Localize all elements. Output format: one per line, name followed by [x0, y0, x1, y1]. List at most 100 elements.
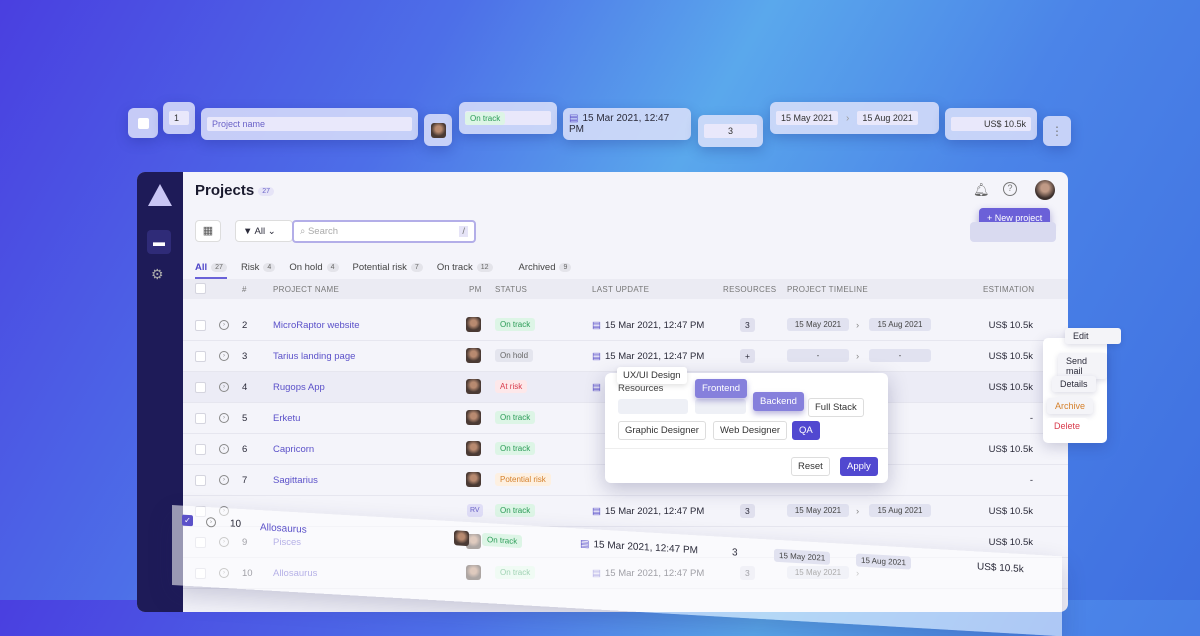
row-checkbox[interactable] [195, 382, 206, 393]
last-update: 15 Mar 2021, 12:47 PM [592, 351, 704, 362]
row-checkbox[interactable] [195, 320, 206, 331]
chevron-down-icon: ⌄ [267, 226, 276, 237]
checked-checkbox-icon[interactable]: ✓ [182, 514, 193, 527]
col-num[interactable]: # [242, 285, 247, 294]
timeline-chip[interactable]: 15 May 2021 › 15 Aug 2021 [770, 102, 939, 134]
timeline-end[interactable]: 15 Aug 2021 [869, 318, 931, 331]
status-label: Potential risk [500, 475, 546, 484]
timeline-end[interactable]: - [869, 349, 931, 362]
status-badge[interactable]: At risk [495, 380, 528, 393]
chevron-right-icon: › [856, 320, 860, 331]
pm-avatar [466, 472, 481, 487]
select-all-checkbox[interactable] [195, 283, 206, 294]
status-label: On hold [500, 351, 529, 360]
apply-button[interactable]: Apply [840, 457, 878, 476]
menu-details[interactable]: Details [1052, 376, 1096, 392]
more-icon[interactable]: ⋮ [1043, 116, 1071, 146]
menu-delete[interactable]: Delete [1046, 418, 1089, 434]
project-name-link[interactable]: Rugops App [273, 382, 325, 393]
pm-avatar [466, 441, 481, 456]
tab-risk[interactable]: Risk 4 [241, 262, 276, 279]
avatar [454, 530, 469, 547]
play-icon[interactable]: › [206, 516, 216, 528]
project-name-link[interactable]: Sagittarius [273, 475, 318, 486]
resources-count[interactable]: 3 [740, 318, 755, 332]
col-estimation: ESTIMATION [983, 285, 1035, 294]
play-icon[interactable]: › [219, 475, 229, 485]
play-icon[interactable]: › [219, 444, 229, 454]
tag-qa[interactable]: QA [792, 421, 820, 440]
play-icon[interactable]: › [219, 351, 229, 361]
row-checkbox-chip[interactable] [128, 108, 158, 138]
divider [605, 448, 888, 449]
tab-label: Potential risk [352, 262, 407, 273]
filter-dropdown[interactable]: ▼ All ⌄ [235, 220, 293, 242]
chevron-right-icon: › [846, 112, 850, 124]
bell-icon[interactable]: 🔔︎ [973, 182, 990, 198]
status-badge: On track [482, 532, 523, 549]
avatar [430, 122, 446, 138]
resources-count[interactable]: + [740, 349, 755, 363]
user-avatar[interactable] [1035, 180, 1055, 200]
estimation: US$ 10.5k [988, 320, 1033, 331]
row-checkbox[interactable] [195, 444, 206, 455]
project-name-link[interactable]: Capricorn [273, 444, 314, 455]
tag-graphic-designer[interactable]: Graphic Designer [618, 421, 706, 440]
menu-edit[interactable]: Edit [1065, 328, 1121, 344]
col-name[interactable]: PROJECT NAME [273, 285, 339, 294]
menu-archive[interactable]: Archive [1047, 398, 1094, 414]
placeholder-slot [695, 399, 746, 414]
tab-archived[interactable]: Archived 9 [519, 262, 572, 279]
timeline-start[interactable]: 15 May 2021 [787, 504, 849, 517]
tag-web-designer[interactable]: Web Designer [713, 421, 788, 440]
tab-label: On track [436, 262, 473, 273]
pm-avatar [466, 317, 481, 332]
col-last-update[interactable]: LAST UPDATE [592, 285, 649, 294]
estimation: - [1029, 475, 1033, 486]
play-icon[interactable]: › [219, 413, 229, 423]
row-checkbox[interactable] [195, 475, 206, 486]
resources-count[interactable]: 3 [740, 504, 755, 518]
table-row[interactable]: › 2 MicroRaptor website On track 15 Mar 2021… [183, 310, 1068, 341]
status-badge[interactable]: On track [495, 411, 536, 424]
tab-on-track[interactable]: On track 12 [437, 262, 493, 279]
timeline-end[interactable]: 15 Aug 2021 [869, 504, 931, 517]
play-icon[interactable]: › [219, 320, 229, 330]
project-name-link[interactable]: Erketu [273, 413, 300, 424]
row-number: 7 [242, 475, 248, 486]
status-badge: On track [465, 111, 506, 125]
gear-icon[interactable]: ⚙ [151, 266, 164, 283]
search-input[interactable]: ⌕ Search / [292, 220, 476, 243]
status-badge[interactable]: On track [495, 442, 536, 455]
row-number: 6 [242, 444, 248, 455]
timeline-start[interactable]: 15 May 2021 [787, 318, 849, 331]
tab-on-hold[interactable]: On hold 4 [289, 262, 339, 279]
row-number: 4 [242, 382, 248, 393]
reset-button[interactable]: Reset [791, 457, 830, 476]
row-checkbox[interactable] [195, 351, 206, 362]
tab-count: 7 [410, 262, 423, 272]
status-chip[interactable]: On track [459, 102, 557, 134]
tab-potential-risk[interactable]: Potential risk 7 [353, 262, 423, 279]
tab-all[interactable]: All 27 [195, 262, 227, 279]
row-checkbox[interactable] [195, 413, 206, 424]
help-icon[interactable]: ? [1003, 182, 1017, 196]
status-badge[interactable]: Potential risk [495, 473, 551, 486]
status-badge[interactable]: On track [495, 318, 536, 331]
timeline-start[interactable]: - [787, 349, 849, 362]
resources-chip[interactable]: 3 [698, 115, 763, 147]
pm-chip [424, 114, 452, 146]
tag-backend[interactable]: Backend [753, 392, 804, 411]
project-name-link[interactable]: MicroRaptor website [273, 320, 360, 331]
placeholder-slot [618, 399, 688, 414]
tag-full-stack[interactable]: Full Stack [808, 398, 864, 417]
folder-icon[interactable]: ▬ [147, 230, 171, 254]
status-label: On track [500, 444, 531, 453]
tag-frontend[interactable]: Frontend [695, 379, 748, 398]
project-name-chip[interactable]: Project name [201, 108, 418, 140]
status-badge[interactable]: On hold [495, 349, 534, 362]
play-icon[interactable]: › [219, 382, 229, 392]
table-view-icon[interactable]: ▦ [195, 220, 221, 242]
project-name-link[interactable]: Tarius landing page [273, 351, 355, 362]
status-badge[interactable]: On track [495, 504, 536, 517]
